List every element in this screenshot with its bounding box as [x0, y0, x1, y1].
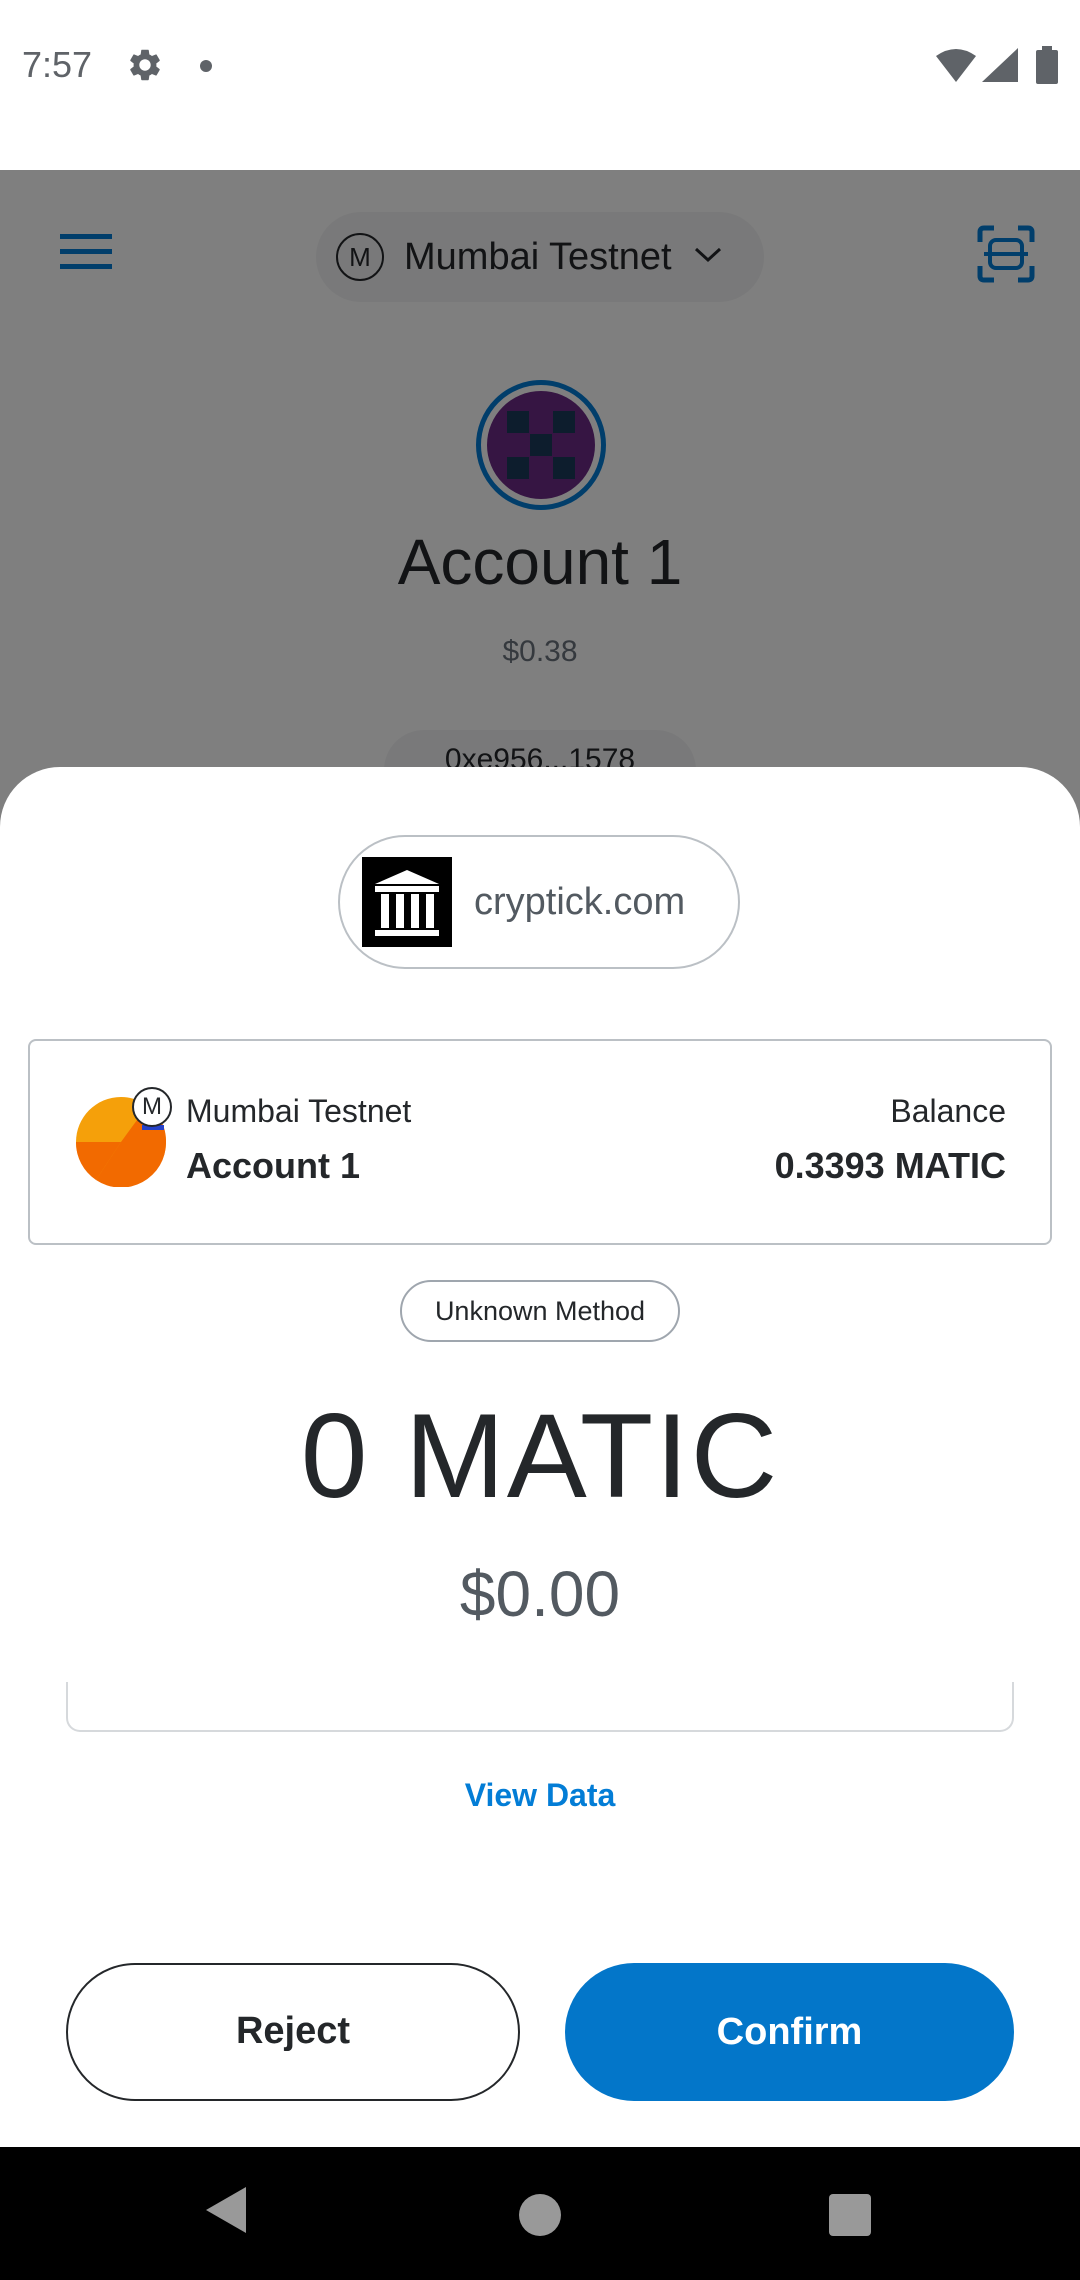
battery-icon	[1036, 46, 1058, 89]
status-bar: 7:57	[0, 0, 1080, 170]
status-time: 7:57	[22, 44, 93, 85]
transaction-confirmation-sheet: cryptick.com M Mumbai Testnet Account 1 …	[0, 767, 1080, 2147]
system-nav-bar	[0, 2147, 1080, 2280]
bank-favicon-icon	[362, 857, 452, 947]
reject-button[interactable]: Reject	[66, 1963, 520, 2101]
cellular-signal-icon	[982, 48, 1018, 87]
card-network-name: Mumbai Testnet	[186, 1093, 412, 1129]
wifi-icon	[936, 48, 976, 87]
network-badge-icon: M	[132, 1087, 172, 1127]
nav-back-icon[interactable]	[206, 2187, 246, 2238]
confirm-button[interactable]: Confirm	[565, 1963, 1014, 2101]
view-data-link[interactable]: View Data	[0, 1777, 1080, 1814]
transaction-details-box[interactable]	[66, 1682, 1014, 1732]
transaction-fiat-amount: $0.00	[459, 1558, 621, 1630]
card-account-name: Account 1	[186, 1145, 361, 1186]
balance-label: Balance	[890, 1093, 1006, 1129]
balance-value: 0.3393 MATIC	[774, 1145, 1006, 1186]
dapp-origin-pill: cryptick.com	[338, 835, 740, 969]
nav-recents-icon[interactable]	[829, 2194, 871, 2236]
account-info-card: M Mumbai Testnet Account 1 Balance 0.339…	[28, 1039, 1052, 1245]
settings-gear-icon	[126, 46, 164, 89]
notification-dot-icon	[200, 60, 212, 72]
method-badge: Unknown Method	[400, 1280, 680, 1342]
dapp-origin-url: cryptick.com	[474, 880, 686, 923]
nav-home-icon[interactable]	[519, 2194, 561, 2236]
transaction-amount: 0 MATIC	[300, 1389, 780, 1523]
